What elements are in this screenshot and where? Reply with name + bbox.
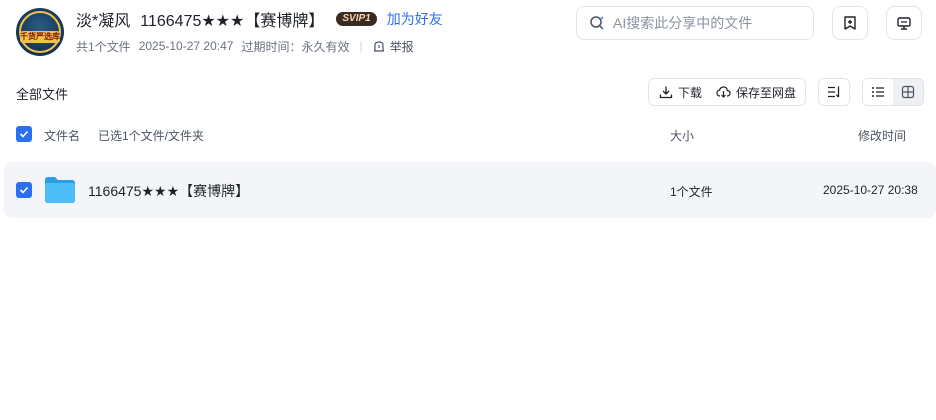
grid-view-icon bbox=[901, 85, 915, 99]
download-label: 下载 bbox=[678, 85, 703, 100]
meta-divider: | bbox=[359, 39, 363, 53]
share-time: 2025-10-27 20:47 bbox=[138, 39, 234, 53]
sort-button[interactable] bbox=[818, 78, 850, 106]
view-toggle bbox=[862, 78, 924, 106]
add-friend-link[interactable]: 加为好友 bbox=[387, 9, 443, 29]
expire-label: 过期时间： bbox=[241, 39, 302, 54]
file-count: 共1个文件 bbox=[76, 39, 131, 54]
table-row[interactable]: 1166475★★★【赛博牌】 1个文件 2025-10-27 20:38 bbox=[4, 162, 936, 218]
title-row: 淡*凝风 1166475★★★【赛博牌】 SVIP1 加为好友 bbox=[76, 8, 443, 30]
action-button-group: 下载 保存至网盘 bbox=[648, 78, 806, 106]
sort-icon bbox=[828, 86, 840, 98]
share-title: 1166475★★★【赛博牌】 bbox=[140, 13, 325, 30]
grid-view-button[interactable] bbox=[893, 79, 923, 105]
section-title: 全部文件 bbox=[16, 87, 69, 102]
file-modified-time: 2025-10-27 20:38 bbox=[823, 183, 918, 197]
report-label: 举报 bbox=[389, 39, 414, 54]
sharer-name[interactable]: 淡*凝风 bbox=[76, 7, 130, 31]
report-icon bbox=[373, 41, 384, 52]
bookmark-button[interactable] bbox=[832, 6, 868, 40]
search-icon bbox=[590, 16, 604, 30]
monitor-icon bbox=[897, 17, 911, 30]
search-box[interactable] bbox=[576, 6, 814, 40]
folder-icon bbox=[45, 177, 75, 203]
search-input[interactable] bbox=[611, 14, 805, 32]
checkmark-icon bbox=[19, 130, 29, 138]
avatar-text: 千货严选库 bbox=[20, 31, 60, 43]
column-header-name[interactable]: 文件名 bbox=[44, 127, 80, 144]
select-all-checkbox[interactable] bbox=[16, 126, 32, 142]
list-view-button[interactable] bbox=[863, 79, 893, 105]
expire-value: 永久有效 bbox=[301, 39, 350, 54]
desktop-button[interactable] bbox=[886, 6, 922, 40]
list-view-icon bbox=[872, 87, 884, 97]
avatar[interactable]: 千货严选库 bbox=[16, 8, 64, 56]
file-name[interactable]: 1166475★★★【赛博牌】 bbox=[88, 181, 249, 201]
report-button[interactable]: 举报 bbox=[373, 38, 414, 55]
cloud-save-icon bbox=[716, 86, 731, 98]
bookmark-add-icon bbox=[844, 16, 856, 30]
download-button[interactable]: 下载 bbox=[649, 79, 702, 105]
vip-badge: SVIP1 bbox=[336, 12, 377, 26]
save-label: 保存至网盘 bbox=[736, 85, 797, 100]
file-size: 1个文件 bbox=[670, 185, 713, 199]
share-header: 千货严选库 淡*凝风 1166475★★★【赛博牌】 SVIP1 加为好友 共1… bbox=[0, 0, 936, 64]
share-meta: 共1个文件 2025-10-27 20:47 过期时间： 永久有效 | 举报 bbox=[76, 38, 414, 54]
checkmark-icon bbox=[19, 186, 29, 194]
column-header-size[interactable]: 大小 bbox=[670, 127, 694, 144]
table-header: 文件名 已选1个文件/文件夹 大小 修改时间 bbox=[0, 122, 936, 146]
save-to-cloud-button[interactable]: 保存至网盘 bbox=[702, 79, 796, 105]
row-checkbox[interactable] bbox=[16, 182, 32, 198]
column-header-modified[interactable]: 修改时间 bbox=[858, 127, 906, 144]
download-icon bbox=[659, 86, 673, 99]
selection-count: 已选1个文件/文件夹 bbox=[98, 129, 205, 143]
